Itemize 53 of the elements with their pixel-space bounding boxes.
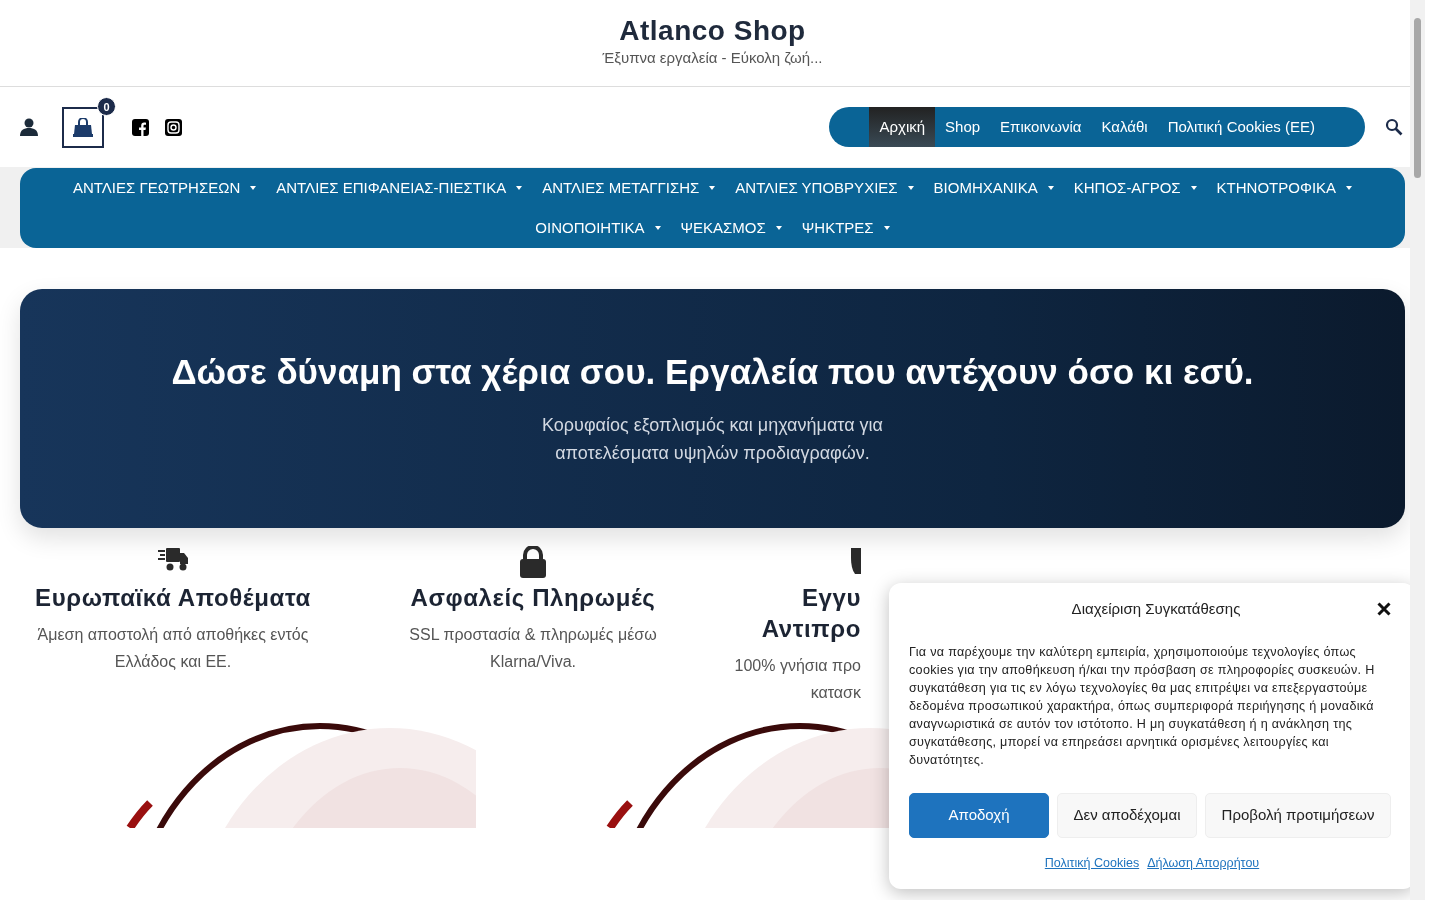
menu-link[interactable]: Αρχική — [869, 107, 936, 147]
caret-icon — [775, 226, 782, 230]
bag-icon — [73, 117, 93, 137]
policy-link[interactable]: Δήλωση Απορρήτου — [1147, 854, 1260, 873]
menu-link[interactable]: Καλάθι — [1091, 107, 1158, 147]
consent-button[interactable]: Προβολή προτιμήσεων — [1205, 793, 1391, 838]
menu-link[interactable]: Πολιτική Cookies (EE) — [1157, 107, 1325, 147]
consent-button[interactable]: Αποδοχή — [909, 793, 1049, 838]
category-menu-item[interactable]: ΚΤΗΝΟΤΡΟΦΙΚΑ — [1206, 168, 1363, 208]
caret-icon — [883, 226, 890, 230]
facebook-icon[interactable] — [132, 118, 149, 136]
scrollbar[interactable] — [1410, 0, 1425, 900]
category-menu-item[interactable]: ΨΗΚΤΡΕΣ — [791, 208, 900, 248]
caret-icon — [907, 186, 914, 190]
hero-subtitle: Κορυφαίος εξοπλισμός και μηχανήματα για αποτελέσματα υψηλών προδιαγραφών. — [541, 413, 884, 465]
feature-description: 100% γνήσια προ κατασκ — [734, 656, 861, 703]
site-tagline: Έξυπνα εργαλεία - Εύκολη ζωή... — [602, 48, 823, 69]
menu-link[interactable]: Επικοινωνία — [990, 107, 1092, 147]
caret-icon — [250, 186, 257, 190]
hero-title: Δώσε δύναμη στα χέρια σου. Εργαλεία που αντέχουν όσο κι εσύ. — [171, 350, 1254, 393]
category-menu-item[interactable]: ΑΝΤΛΙΕΣ ΕΠΙΦΑΝΕΙΑΣ-ΠΙΕΣΤΙΚΑ — [266, 168, 533, 208]
truck-icon — [158, 546, 188, 572]
cart-button[interactable] — [62, 106, 104, 148]
feature-description: Άμεση αποστολή από αποθήκες εντός Ελλάδος και ΕΕ. — [37, 625, 309, 672]
caret-icon — [1346, 186, 1353, 190]
menu-link[interactable]: Shop — [935, 107, 991, 147]
caret-icon — [654, 226, 661, 230]
search-icon[interactable] — [1385, 118, 1403, 136]
caret-icon — [516, 186, 523, 190]
feature-title: Ευρωπαϊκά Αποθέματα — [35, 583, 311, 613]
category-menu-item[interactable]: ΨΕΚΑΣΜΟΣ — [670, 208, 792, 248]
dialog-title: Διαχείριση Συγκατάθεσης — [1070, 598, 1242, 619]
consent-button[interactable]: Δεν αποδέχομαι — [1057, 793, 1197, 838]
lock-icon — [519, 546, 547, 578]
feature-title: Εγγυ Αντιπρο — [761, 583, 861, 644]
category-menu-item[interactable]: ΑΝΤΛΙΕΣ ΓΕΩΤΡΗΣΕΩΝ — [62, 168, 267, 208]
feature-description: SSL προστασία & πληρωμές μέσω Klarna/Viva. — [409, 625, 657, 672]
instagram-icon[interactable] — [165, 118, 182, 136]
site-title[interactable]: Atlanco Shop — [619, 16, 806, 48]
category-menu-item[interactable]: ΚΗΠΟΣ-ΑΓΡΟΣ — [1063, 168, 1207, 208]
cart-count: 0 — [97, 96, 116, 116]
caret-icon — [1190, 186, 1197, 190]
category-menu-item[interactable]: ΟΙΝΟΠΟΙΗΤΙΚΑ — [525, 208, 671, 248]
close-icon[interactable] — [1377, 602, 1391, 616]
policy-link[interactable]: Πολιτική Cookies — [1044, 854, 1140, 873]
feature-title: Ασφαλείς Πληρωμές — [410, 583, 656, 613]
user-icon[interactable] — [20, 118, 38, 136]
category-menu-item[interactable]: ΑΝΤΛΙΕΣ ΜΕΤΑΓΓΙΣΗΣ — [532, 168, 726, 208]
caret-icon — [1047, 186, 1054, 190]
category-menu-item[interactable]: ΑΝΤΛΙΕΣ ΥΠΟΒΡΥΧΙΕΣ — [725, 168, 924, 208]
category-menu-item[interactable]: ΒΙΟΜΗΧΑΝΙΚΑ — [923, 168, 1064, 208]
caret-icon — [709, 186, 716, 190]
consent-text: Για να παρέχουμε την καλύτερη εμπειρία, χρησιμοποιούμε τεχνολογίες όπως cookies για την αποθήκευση ή/και την πρόσβαση σε πληροφορίες συσκευών. Η συγκατάθεση για τις εν λόγω τεχνολογίες θα μας επιτρέψει να επεξεργαστούμε δεδομένα προσωπικού χαρακτήρα, όπως συμπεριφορά περιήγησης ή μοναδικά αναγνωριστικά σε αυτόν τον ιστότοπο. Η μη συγκατάθεση ή η ανάκληση της συγκατάθεσης, μπορεί να επηρεάσει αρνητικά ορισμένες λειτουργίες και δυνατότητες. — [909, 644, 1376, 769]
